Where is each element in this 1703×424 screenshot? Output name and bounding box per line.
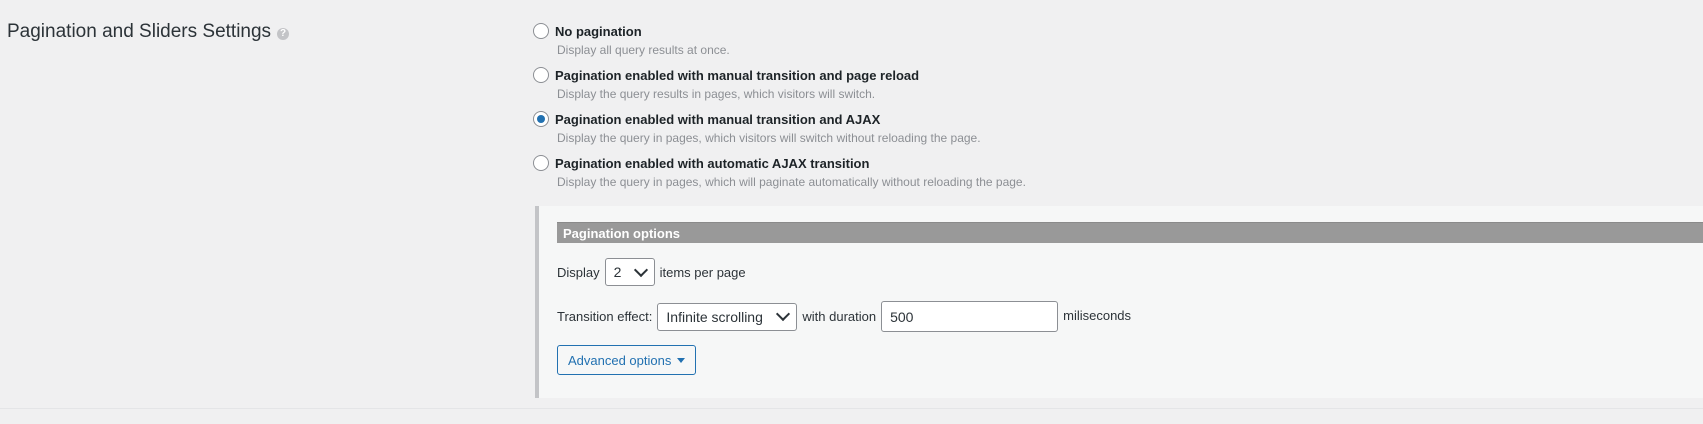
radio-option-no-pagination[interactable]: No pagination Display all query results … xyxy=(533,22,1693,68)
radio-description: Display the query results in pages, whic… xyxy=(557,87,876,101)
items-per-page-value: 2 xyxy=(613,264,622,280)
items-per-page-row: Display 2 items per page xyxy=(557,258,746,286)
pagination-options-panel: Pagination options Display 2 items per p… xyxy=(535,206,1703,398)
help-icon[interactable]: ? xyxy=(277,27,290,40)
radio-label[interactable]: No pagination xyxy=(555,24,642,39)
advanced-options-label: Advanced options xyxy=(568,352,672,368)
radio-label[interactable]: Pagination enabled with manual transitio… xyxy=(555,112,880,127)
transition-effect-select[interactable]: Infinite scrolling xyxy=(657,302,798,331)
radio-option-automatic-ajax[interactable]: Pagination enabled with automatic AJAX t… xyxy=(533,154,1693,200)
radio-label[interactable]: Pagination enabled with automatic AJAX t… xyxy=(555,156,869,171)
display-label: Display xyxy=(557,264,600,280)
radio-automatic-ajax[interactable] xyxy=(533,154,549,171)
duration-label: with duration xyxy=(802,309,877,324)
radio-option-page-reload[interactable]: Pagination enabled with manual transitio… xyxy=(533,66,1693,112)
radio-description: Display the query in pages, which visito… xyxy=(557,131,981,145)
pagination-mode-options: No pagination Display all query results … xyxy=(533,22,1693,200)
duration-input[interactable] xyxy=(881,301,1059,332)
advanced-options-button[interactable]: Advanced options xyxy=(557,345,697,375)
chevron-down-icon xyxy=(633,262,648,277)
section-title: Pagination and Sliders Settings ? xyxy=(7,21,290,43)
chevron-down-icon xyxy=(776,306,791,322)
items-per-page-select[interactable]: 2 xyxy=(604,258,655,286)
section-title-text: Pagination and Sliders Settings xyxy=(7,21,272,42)
radio-page-reload[interactable] xyxy=(533,66,549,83)
radio-no-pagination[interactable] xyxy=(533,22,549,39)
section-divider xyxy=(0,408,1703,409)
radio-option-manual-ajax[interactable]: Pagination enabled with manual transitio… xyxy=(533,110,1693,156)
transition-effect-value: Infinite scrolling xyxy=(666,308,763,325)
duration-unit: miliseconds xyxy=(1063,308,1132,323)
radio-manual-ajax[interactable] xyxy=(533,110,549,127)
transition-label: Transition effect: xyxy=(557,309,653,324)
caret-down-icon xyxy=(677,357,686,363)
transition-row: Transition effect: Infinite scrolling wi… xyxy=(557,301,1131,332)
radio-description: Display all query results at once. xyxy=(557,43,730,57)
radio-description: Display the query in pages, which will p… xyxy=(557,175,1026,189)
items-per-page-suffix: items per page xyxy=(659,264,746,280)
panel-header: Pagination options xyxy=(557,222,1703,243)
radio-label[interactable]: Pagination enabled with manual transitio… xyxy=(555,68,919,83)
